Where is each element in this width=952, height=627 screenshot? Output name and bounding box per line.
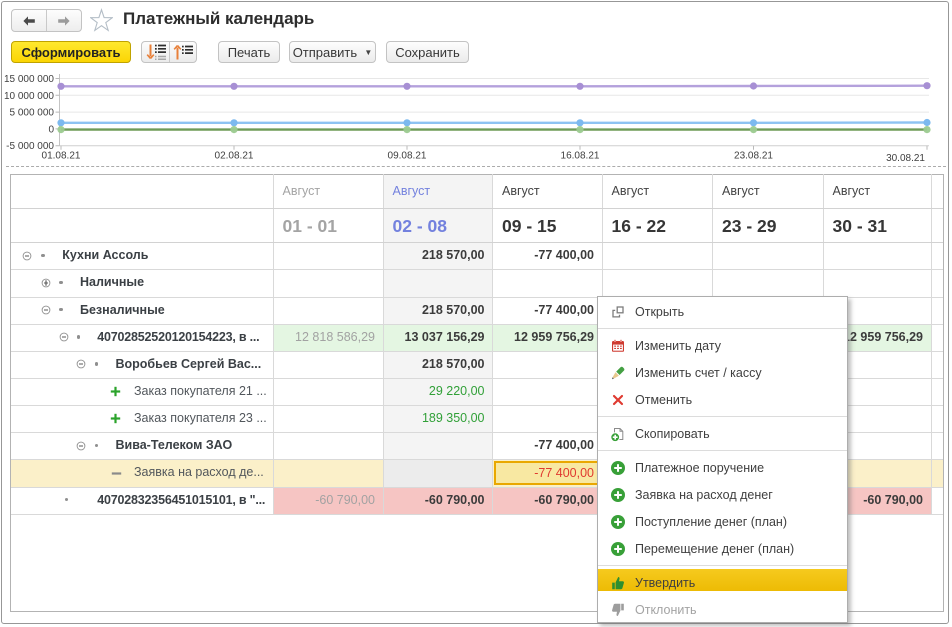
- svg-text:16.08.21: 16.08.21: [561, 151, 600, 162]
- svg-text:5 000 000: 5 000 000: [10, 108, 55, 119]
- svg-text:30.08.21: 30.08.21: [886, 153, 925, 164]
- svg-text:02.08.21: 02.08.21: [215, 151, 254, 162]
- svg-text:01.08.21: 01.08.21: [42, 151, 81, 162]
- svg-text:0: 0: [48, 124, 54, 135]
- svg-text:15 000 000: 15 000 000: [4, 74, 54, 85]
- svg-text:23.08.21: 23.08.21: [734, 151, 773, 162]
- svg-text:09.08.21: 09.08.21: [388, 151, 427, 162]
- svg-text:10 000 000: 10 000 000: [4, 91, 54, 102]
